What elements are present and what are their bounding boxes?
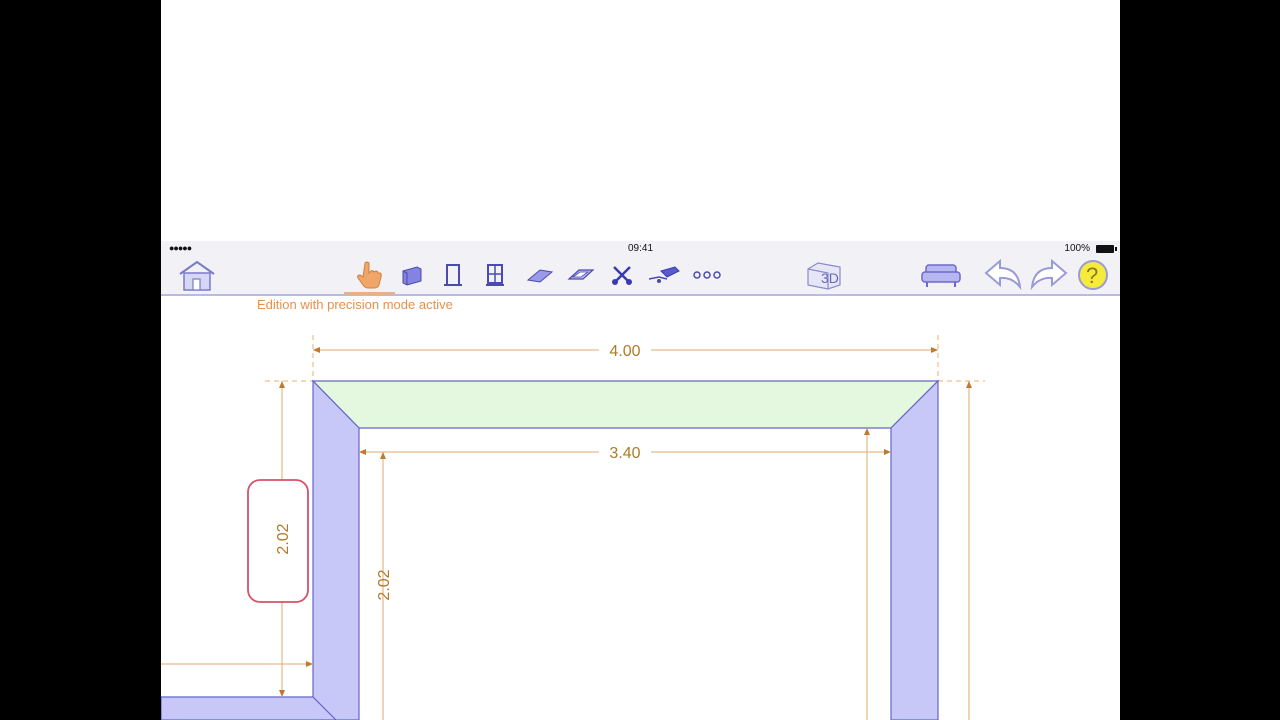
dimension-left-height: 2.02 <box>247 381 309 697</box>
more-icon[interactable] <box>691 259 723 291</box>
scissors-icon[interactable] <box>609 259 635 291</box>
ceiling-icon[interactable] <box>565 259 597 291</box>
door-icon[interactable] <box>441 259 465 291</box>
help-icon[interactable]: ? <box>1075 259 1111 291</box>
floor-icon[interactable] <box>525 259 555 291</box>
status-bar: ●●●●● 09:41 100% <box>161 241 1120 257</box>
battery-percent: 100% <box>1064 243 1090 254</box>
floor-plan-canvas[interactable]: 4.00 3.40 2.02 2.02 <box>161 295 1120 720</box>
undo-icon[interactable] <box>981 259 1025 291</box>
status-time: 09:41 <box>627 243 654 254</box>
wall-right[interactable] <box>890 379 939 720</box>
dimension-inner-height: 2.02 <box>376 452 393 720</box>
wall-top-selected[interactable] <box>311 380 940 429</box>
toolbar: 3D ? <box>161 257 1120 296</box>
dimension-inner-width: 3.40 <box>359 445 891 462</box>
dimension-label-inner-height[interactable]: 2.02 <box>376 569 393 600</box>
dimension-adjacent <box>161 661 313 667</box>
home-icon[interactable] <box>175 259 219 291</box>
wall-left[interactable] <box>312 379 360 720</box>
redo-icon[interactable] <box>1027 259 1071 291</box>
hand-pointer-icon[interactable] <box>349 259 389 291</box>
window-icon[interactable] <box>483 259 507 291</box>
battery-icon <box>1096 245 1117 253</box>
camera-icon[interactable] <box>647 259 681 291</box>
app-screen: ●●●●● 09:41 100% 3D ? Edition with preci… <box>161 0 1120 720</box>
wall-adjacent[interactable] <box>161 696 337 720</box>
wall-icon[interactable] <box>397 259 427 291</box>
view-3d-label: 3D <box>821 270 839 286</box>
view-3d-icon[interactable]: 3D <box>803 259 845 291</box>
dimension-label-left-height[interactable]: 2.02 <box>275 523 292 554</box>
help-label: ? <box>1086 263 1098 288</box>
furniture-sofa-icon[interactable] <box>919 259 963 291</box>
dimension-label-inner-width[interactable]: 3.40 <box>609 445 640 462</box>
dimension-label-outer-width[interactable]: 4.00 <box>609 343 640 360</box>
dimension-outer-width: 4.00 <box>313 343 938 360</box>
